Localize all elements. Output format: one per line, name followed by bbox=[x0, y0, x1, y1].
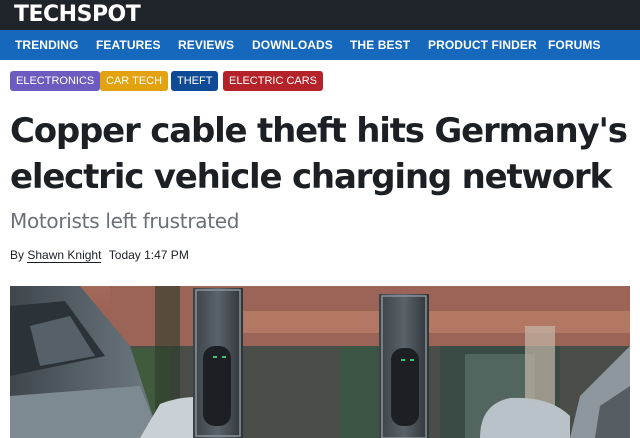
nav-item-the-best[interactable]: THE BEST bbox=[350, 30, 410, 60]
nav-item-trending[interactable]: TRENDING bbox=[15, 30, 78, 60]
nav-item-product-finder[interactable]: PRODUCT FINDER bbox=[428, 30, 537, 60]
nav-item-reviews[interactable]: REVIEWS bbox=[178, 30, 234, 60]
main-nav: TRENDING FEATURES REVIEWS DOWNLOADS THE … bbox=[0, 30, 640, 60]
site-logo[interactable]: TECHSPOT bbox=[14, 1, 141, 29]
article-subtitle: Motorists left frustrated bbox=[10, 209, 240, 233]
tag-electric-cars[interactable]: ELECTRIC CARS bbox=[223, 71, 324, 91]
site-header: TECHSPOT bbox=[0, 0, 640, 30]
nav-item-forums[interactable]: FORUMS bbox=[548, 30, 601, 60]
tag-car-tech[interactable]: CAR TECH bbox=[100, 71, 169, 91]
tag-theft[interactable]: THEFT bbox=[171, 71, 219, 91]
nav-item-features[interactable]: FEATURES bbox=[96, 30, 161, 60]
author-link[interactable]: Shawn Knight bbox=[27, 248, 102, 263]
article-title: Copper cable theft hits Germany's electr… bbox=[10, 111, 628, 197]
byline-prefix: By bbox=[10, 248, 25, 262]
publish-time: Today 1:47 PM bbox=[108, 248, 189, 262]
nav-item-downloads[interactable]: DOWNLOADS bbox=[252, 30, 333, 60]
byline: By Shawn Knight Today 1:47 PM bbox=[10, 248, 189, 263]
tag-electronics[interactable]: ELECTRONICS bbox=[10, 71, 101, 91]
ev-charging-station-photo bbox=[10, 286, 630, 438]
hero-image bbox=[10, 286, 630, 438]
